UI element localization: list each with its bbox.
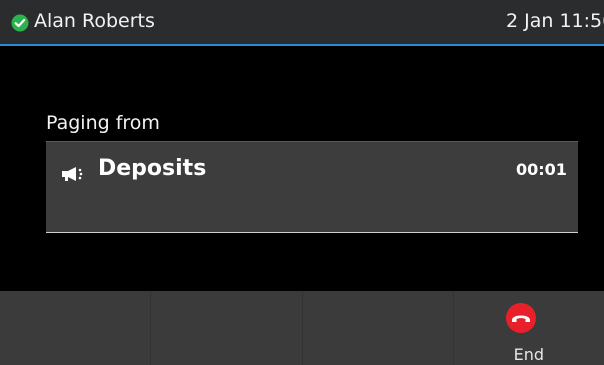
softkey-1[interactable]	[0, 291, 152, 365]
softkey-3[interactable]	[303, 291, 454, 365]
hang-up-icon	[505, 303, 536, 333]
date-time: 2 Jan 11:56	[506, 10, 604, 32]
end-call-label: End	[513, 345, 545, 364]
end-call-button[interactable]: End	[454, 291, 604, 365]
check-circle-icon	[11, 14, 29, 32]
call-timer: 00:01	[516, 160, 567, 179]
softkey-2[interactable]	[151, 291, 303, 365]
megaphone-icon	[61, 166, 85, 182]
status-bar: Alan Roberts 2 Jan 11:56	[0, 0, 604, 46]
caller-name: Deposits	[98, 156, 207, 181]
user-name: Alan Roberts	[34, 10, 155, 32]
paging-call-card[interactable]: Deposits 00:01	[46, 141, 578, 233]
paging-from-label: Paging from	[46, 112, 160, 134]
softkey-bar: End	[0, 291, 604, 365]
